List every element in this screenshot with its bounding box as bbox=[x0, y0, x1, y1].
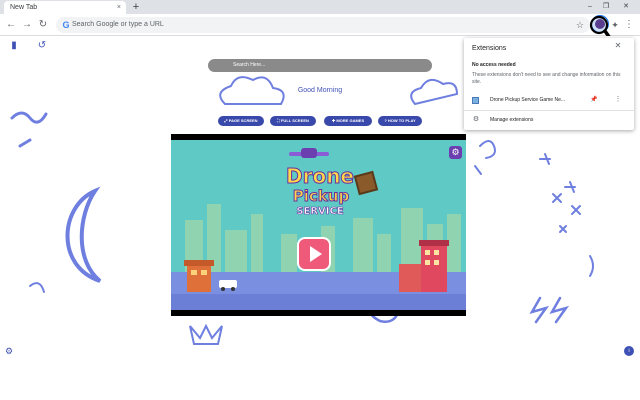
restore-button[interactable]: ❐ bbox=[600, 1, 612, 13]
history-icon[interactable]: ↺ bbox=[36, 40, 48, 52]
greeting-text: Good Morning bbox=[297, 87, 343, 94]
page-screen-button[interactable]: ⤢ PAGE SCREEN bbox=[218, 116, 264, 126]
close-window-button[interactable]: ✕ bbox=[620, 1, 632, 13]
search-placeholder: Search Here... bbox=[233, 62, 266, 68]
browser-toolbar: ← → ↻ G Search Google or type a URL ☆ ✦ … bbox=[0, 14, 640, 36]
omnibox[interactable]: G Search Google or type a URL ☆ bbox=[56, 17, 590, 33]
tab-close-icon[interactable]: × bbox=[117, 1, 121, 14]
game-frame[interactable]: Drone Pickup SERVICE bbox=[171, 134, 466, 316]
more-games-label: MORE GAMES bbox=[336, 118, 365, 123]
full-screen-label: FULL SCREEN bbox=[280, 118, 309, 123]
game-scene bbox=[171, 134, 466, 316]
game-title-line2: Pickup bbox=[292, 187, 350, 205]
forward-icon[interactable]: → bbox=[20, 18, 34, 32]
page-screen-label: PAGE SCREEN bbox=[228, 118, 258, 123]
close-icon[interactable]: ✕ bbox=[612, 40, 624, 52]
minimize-button[interactable]: – bbox=[584, 1, 596, 13]
no-access-heading: No access needed bbox=[472, 62, 516, 68]
tab-title: New Tab bbox=[10, 4, 38, 11]
game-title-line3: SERVICE bbox=[296, 206, 344, 218]
drone-extension-icon bbox=[472, 97, 479, 104]
tab-new-tab[interactable]: New Tab × bbox=[4, 1, 126, 14]
settings-gear-icon[interactable]: ⚙ bbox=[4, 346, 14, 356]
gear-icon: ⚙ bbox=[472, 116, 480, 123]
how-to-play-button[interactable]: ? HOW TO PLAY bbox=[378, 116, 422, 126]
tab-strip: New Tab × + – ❐ ✕ bbox=[0, 0, 640, 14]
full-screen-button[interactable]: ⛶ FULL SCREEN bbox=[270, 116, 316, 126]
reload-icon[interactable]: ↻ bbox=[36, 18, 50, 32]
menu-kebab-icon[interactable]: ⋮ bbox=[624, 18, 634, 32]
pin-icon[interactable]: 📌 bbox=[590, 96, 598, 104]
popup-title: Extensions bbox=[472, 45, 507, 52]
more-options-icon[interactable]: ⋮ bbox=[614, 95, 622, 105]
extensions-popup: Extensions ✕ No access needed These exte… bbox=[464, 38, 634, 130]
bookmark-star-icon[interactable]: ☆ bbox=[576, 17, 584, 33]
game-title-line1: Drone bbox=[285, 164, 354, 188]
omnibox-placeholder: Search Google or type a URL bbox=[72, 21, 164, 28]
back-icon[interactable]: ← bbox=[4, 18, 18, 32]
info-badge-icon[interactable]: i bbox=[624, 346, 634, 356]
search-input[interactable]: Search Here... bbox=[208, 59, 432, 72]
popup-divider bbox=[464, 110, 634, 111]
no-access-description: These extensions don't need to see and c… bbox=[472, 72, 621, 85]
more-games-button[interactable]: ✚ MORE GAMES bbox=[324, 116, 372, 126]
new-tab-button[interactable]: + bbox=[131, 1, 141, 13]
manage-extensions-link[interactable]: Manage extensions bbox=[490, 117, 533, 123]
how-to-play-label: HOW TO PLAY bbox=[387, 118, 416, 123]
google-icon: G bbox=[62, 20, 70, 30]
bookmark-icon[interactable]: ▮ bbox=[8, 40, 20, 52]
game-settings-icon[interactable]: ⚙ bbox=[449, 146, 462, 159]
